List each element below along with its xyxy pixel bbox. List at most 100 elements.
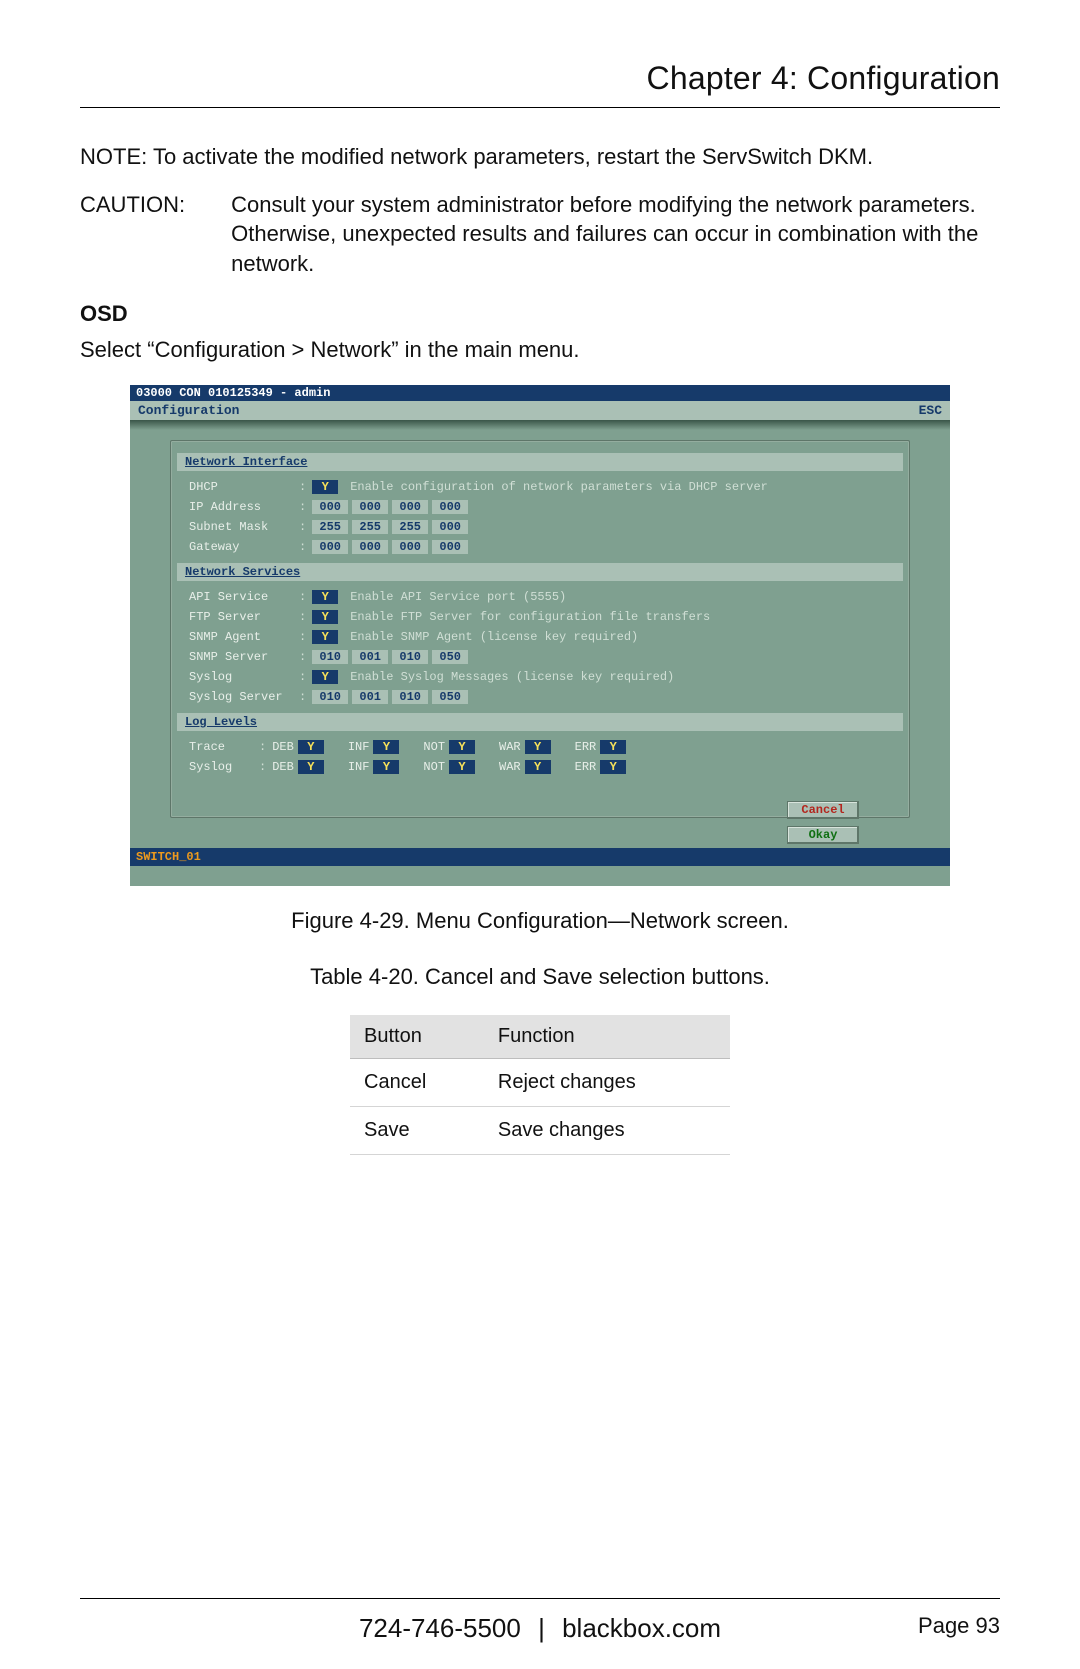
section-network-services-title: Network Services <box>177 563 903 581</box>
gw-octet-2[interactable]: 000 <box>352 540 388 554</box>
trace-deb-toggle[interactable]: Y <box>298 740 324 754</box>
field-syslog-server: Syslog Server : 010 001 010 050 <box>171 687 909 707</box>
section-log-levels-title: Log Levels <box>177 713 903 731</box>
loglevel-syslog-row: Syslog : DEBY INFY NOTY WARY ERRY <box>171 757 909 777</box>
field-ftp-hint: Enable FTP Server for configuration file… <box>350 610 710 624</box>
field-api-toggle[interactable]: Y <box>312 590 338 604</box>
cell-function: Save changes <box>484 1107 730 1155</box>
field-ip-address: IP Address : 000 000 000 000 <box>171 497 909 517</box>
mask-octet-2[interactable]: 255 <box>352 520 388 534</box>
cancel-button[interactable]: Cancel <box>787 801 859 819</box>
trace-war-toggle[interactable]: Y <box>525 740 551 754</box>
syslog-deb-toggle[interactable]: Y <box>298 760 324 774</box>
field-snmp-agent: SNMP Agent : Y Enable SNMP Agent (licens… <box>171 627 909 647</box>
field-ip-label: IP Address <box>189 500 299 514</box>
ip-octet-1[interactable]: 000 <box>312 500 348 514</box>
header-rule <box>80 107 1000 108</box>
chapter-title: Chapter 4: Configuration <box>80 60 1000 97</box>
page-footer: 724-746-5500 | blackbox.com Page 93 <box>80 1613 1000 1639</box>
snmps-octet-4[interactable]: 050 <box>432 650 468 664</box>
mask-octet-4[interactable]: 000 <box>432 520 468 534</box>
field-dhcp-toggle[interactable]: Y <box>312 480 338 494</box>
footer-phone: 724-746-5500 <box>359 1613 521 1643</box>
loglevel-trace-row: Trace : DEBY INFY NOTY WARY ERRY <box>171 737 909 757</box>
tag-err: ERR <box>575 740 597 754</box>
field-gateway: Gateway : 000 000 000 000 <box>171 537 909 557</box>
field-dhcp-label: DHCP <box>189 480 299 494</box>
caution-label: CAUTION: <box>80 190 185 279</box>
mask-octet-1[interactable]: 255 <box>312 520 348 534</box>
field-api-hint: Enable API Service port (5555) <box>350 590 566 604</box>
cell-button: Save <box>350 1107 484 1155</box>
snmps-octet-1[interactable]: 010 <box>312 650 348 664</box>
cell-function: Reject changes <box>484 1059 730 1107</box>
section-network-interface-title: Network Interface <box>177 453 903 471</box>
field-syslog-hint: Enable Syslog Messages (license key requ… <box>350 670 674 684</box>
field-syslog-label: Syslog <box>189 670 299 684</box>
ip-octet-2[interactable]: 000 <box>352 500 388 514</box>
okay-button[interactable]: Okay <box>787 826 859 844</box>
button-function-table: Button Function Cancel Reject changes Sa… <box>350 1015 730 1155</box>
footer-site: blackbox.com <box>562 1613 721 1643</box>
footer-sep: | <box>538 1613 545 1643</box>
tag-war: WAR <box>499 740 521 754</box>
menu-configuration[interactable]: Configuration <box>138 403 239 418</box>
gw-octet-3[interactable]: 000 <box>392 540 428 554</box>
field-snmp-server: SNMP Server : 010 001 010 050 <box>171 647 909 667</box>
field-ftp-toggle[interactable]: Y <box>312 610 338 624</box>
trace-inf-toggle[interactable]: Y <box>373 740 399 754</box>
config-panel: Network Interface DHCP : Y Enable config… <box>170 440 910 818</box>
caution-paragraph: CAUTION: Consult your system administrat… <box>80 190 1000 279</box>
table-caption: Table 4-20. Cancel and Save selection bu… <box>80 962 1000 992</box>
note-paragraph: NOTE: To activate the modified network p… <box>80 142 1000 172</box>
field-ftp-server: FTP Server : Y Enable FTP Server for con… <box>171 607 909 627</box>
field-ftp-label: FTP Server <box>189 610 299 624</box>
syslogs-octet-2[interactable]: 001 <box>352 690 388 704</box>
footer-rule <box>80 1598 1000 1599</box>
field-snmpa-hint: Enable SNMP Agent (license key required) <box>350 630 638 644</box>
syslog-inf-toggle[interactable]: Y <box>373 760 399 774</box>
th-button: Button <box>350 1015 484 1059</box>
gw-octet-1[interactable]: 000 <box>312 540 348 554</box>
loglevel-syslog-label: Syslog <box>189 760 259 774</box>
tag-inf: INF <box>348 740 370 754</box>
syslogs-octet-1[interactable]: 010 <box>312 690 348 704</box>
figure-caption: Figure 4-29. Menu Configuration—Network … <box>80 908 1000 934</box>
cell-button: Cancel <box>350 1059 484 1107</box>
field-syslog: Syslog : Y Enable Syslog Messages (licen… <box>171 667 909 687</box>
tag-not: NOT <box>423 740 445 754</box>
field-gw-label: Gateway <box>189 540 299 554</box>
snmps-octet-2[interactable]: 001 <box>352 650 388 664</box>
syslogs-octet-4[interactable]: 050 <box>432 690 468 704</box>
field-api-label: API Service <box>189 590 299 604</box>
window-menubar: Configuration ESC <box>130 401 950 420</box>
window-footer: SWITCH_01 <box>130 848 950 866</box>
field-syslogs-label: Syslog Server <box>189 690 299 704</box>
ip-octet-4[interactable]: 000 <box>432 500 468 514</box>
field-dhcp: DHCP : Y Enable configuration of network… <box>171 477 909 497</box>
syslog-err-toggle[interactable]: Y <box>600 760 626 774</box>
window-titlebar: 03000 CON 010125349 - admin <box>130 385 950 401</box>
syslog-war-toggle[interactable]: Y <box>525 760 551 774</box>
field-syslog-toggle[interactable]: Y <box>312 670 338 684</box>
esc-button[interactable]: ESC <box>919 403 942 418</box>
field-mask-label: Subnet Mask <box>189 520 299 534</box>
trace-err-toggle[interactable]: Y <box>600 740 626 754</box>
th-function: Function <box>484 1015 730 1059</box>
ip-octet-3[interactable]: 000 <box>392 500 428 514</box>
field-snmpa-label: SNMP Agent <box>189 630 299 644</box>
syslogs-octet-3[interactable]: 010 <box>392 690 428 704</box>
snmps-octet-3[interactable]: 010 <box>392 650 428 664</box>
mask-octet-3[interactable]: 255 <box>392 520 428 534</box>
field-subnet-mask: Subnet Mask : 255 255 255 000 <box>171 517 909 537</box>
config-screenshot: 03000 CON 010125349 - admin Configuratio… <box>130 385 950 886</box>
tag-deb: DEB <box>272 740 294 754</box>
gw-octet-4[interactable]: 000 <box>432 540 468 554</box>
field-api-service: API Service : Y Enable API Service port … <box>171 587 909 607</box>
field-snmpa-toggle[interactable]: Y <box>312 630 338 644</box>
syslog-not-toggle[interactable]: Y <box>449 760 475 774</box>
table-row: Cancel Reject changes <box>350 1059 730 1107</box>
trace-not-toggle[interactable]: Y <box>449 740 475 754</box>
table-row: Save Save changes <box>350 1107 730 1155</box>
field-dhcp-hint: Enable configuration of network paramete… <box>350 480 768 494</box>
